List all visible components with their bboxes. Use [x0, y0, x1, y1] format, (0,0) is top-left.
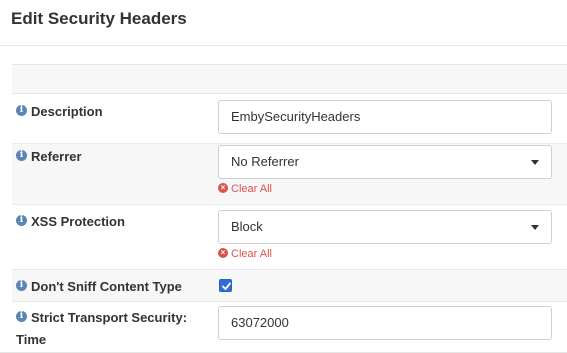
info-circle-icon[interactable]: i — [16, 150, 27, 162]
panel-heading — [12, 64, 567, 94]
xss-protection-clear-all-link[interactable]: × Clear All — [218, 247, 272, 261]
page-title: Edit Security Headers — [11, 9, 187, 28]
dont-sniff-checkbox[interactable] — [219, 279, 232, 292]
dont-sniff-label: i Don't Sniff Content Type — [16, 275, 182, 297]
page-header: Edit Security Headers — [0, 0, 567, 46]
info-circle-icon[interactable]: i — [16, 311, 27, 323]
referrer-select[interactable]: No Referrer — [218, 145, 552, 179]
referrer-label: i Referrer — [16, 145, 82, 167]
check-icon — [222, 282, 231, 290]
info-circle-icon[interactable]: i — [16, 105, 27, 117]
hsts-time-row: i Strict Transport Security: Time 6307200… — [12, 302, 567, 352]
info-circle-icon[interactable]: i — [16, 280, 27, 292]
hsts-time-input[interactable]: 63072000 — [218, 306, 552, 340]
times-circle-icon: × — [218, 248, 228, 259]
description-row: i Description EmbySecurityHeaders — [12, 95, 567, 143]
xss-protection-row: i XSS Protection Block × Clear All — [12, 205, 567, 269]
info-circle-icon[interactable]: i — [16, 215, 27, 227]
caret-down-icon — [531, 160, 539, 165]
description-input[interactable]: EmbySecurityHeaders — [218, 100, 552, 134]
hsts-time-label: i Strict Transport Security: Time — [16, 310, 188, 348]
referrer-selected-value: No Referrer — [231, 154, 299, 169]
xss-protection-select[interactable]: Block — [218, 210, 552, 244]
description-label: i Description — [16, 100, 103, 122]
xss-protection-selected-value: Block — [231, 219, 263, 234]
dont-sniff-row: i Don't Sniff Content Type — [12, 270, 567, 301]
referrer-clear-all-link[interactable]: × Clear All — [218, 182, 272, 196]
referrer-row: i Referrer No Referrer × Clear All — [12, 144, 567, 204]
xss-protection-label: i XSS Protection — [16, 210, 125, 232]
times-circle-icon: × — [218, 183, 228, 194]
caret-down-icon — [531, 225, 539, 230]
